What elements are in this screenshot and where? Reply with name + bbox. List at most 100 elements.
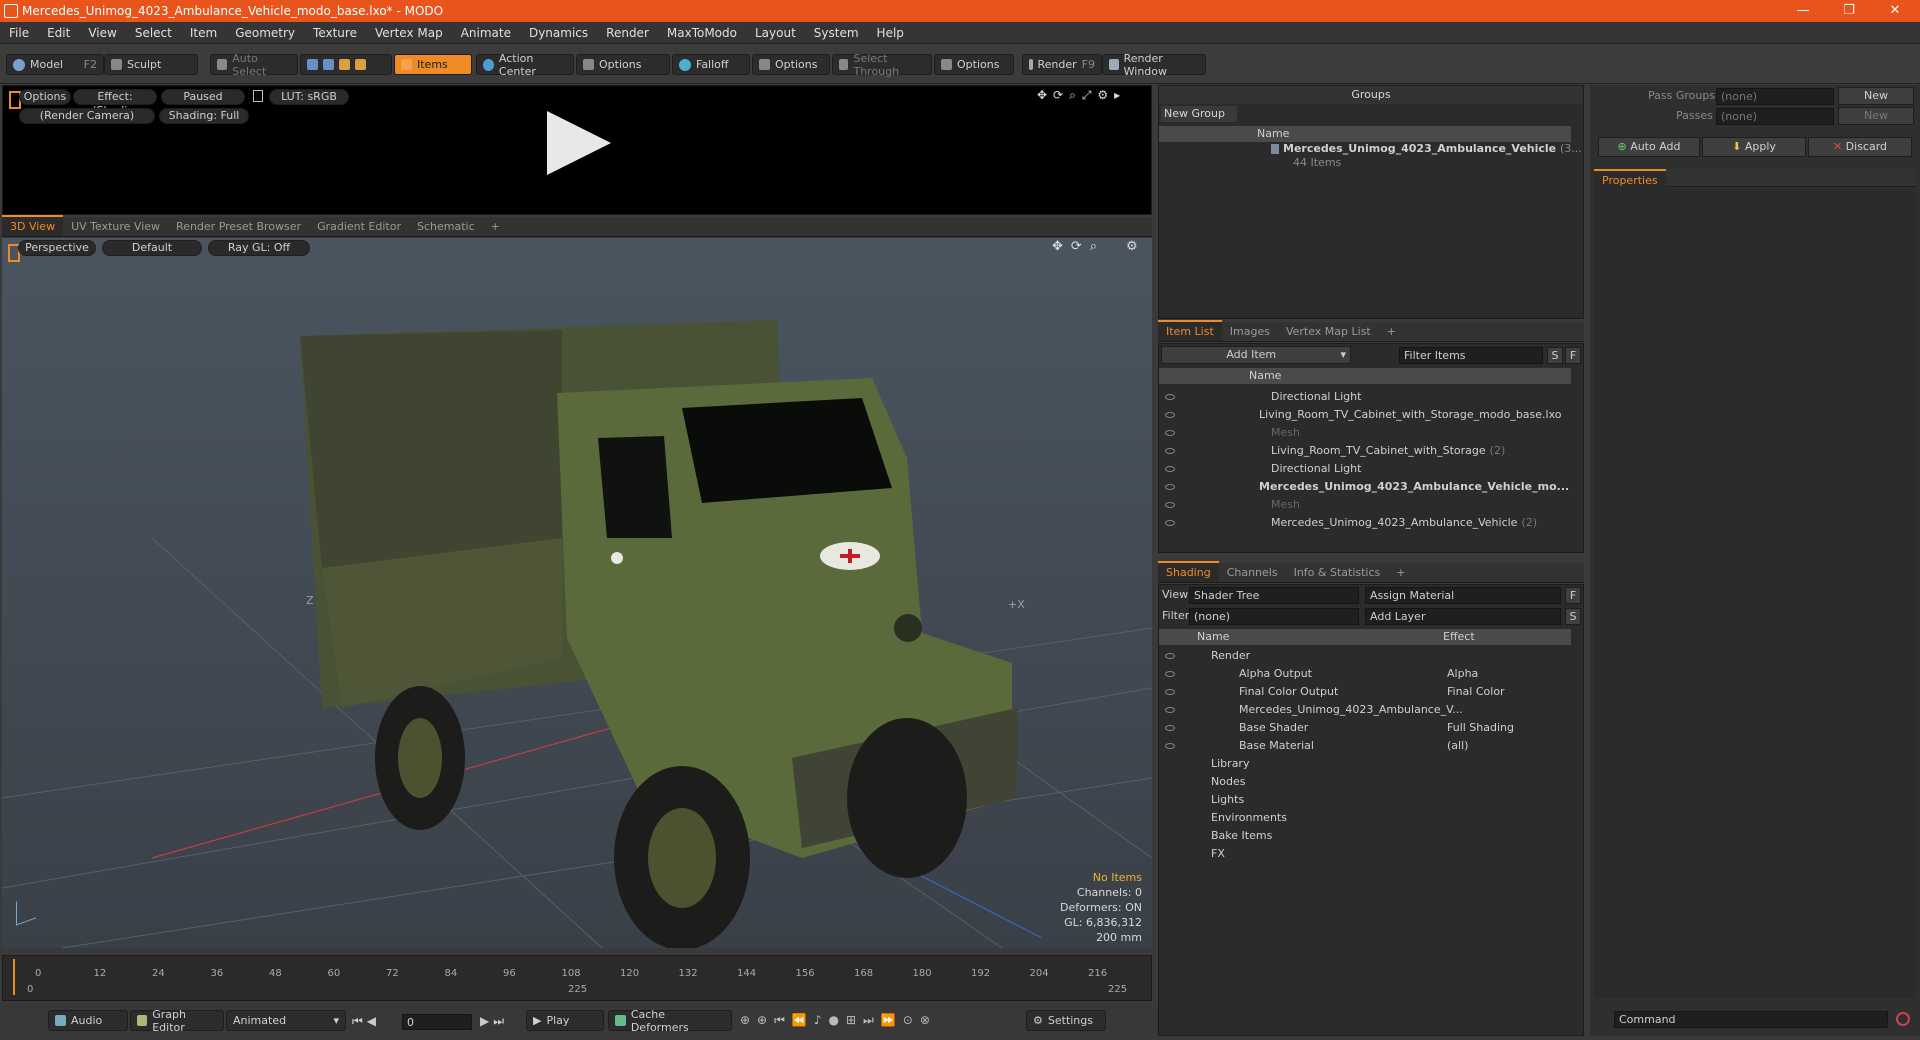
menu-layout[interactable]: Layout — [746, 26, 805, 40]
shader-effect-value[interactable]: Final Color — [1447, 683, 1505, 701]
transport-forward-icons[interactable]: ▶⏭ — [480, 1014, 508, 1029]
menu-maxtomodo[interactable]: MaxToModo — [658, 26, 746, 40]
tab-images[interactable]: Images — [1222, 322, 1278, 341]
shader-tree-row[interactable]: Nodes — [1211, 773, 1245, 791]
viewport-nav-icons[interactable]: ✥⟳⌕ — [1052, 239, 1105, 254]
tab-3d-view[interactable]: 3D View — [2, 215, 64, 236]
items-mode-button[interactable]: Items — [394, 54, 472, 75]
item-list-row[interactable]: Mercedes_Unimog_4023_Ambulance_Vehicle_m… — [1259, 478, 1569, 496]
shader-effect-value[interactable]: Full Shading — [1447, 719, 1514, 737]
new-pass-group-button[interactable]: New — [1838, 87, 1914, 105]
preview-shading-dropdown[interactable]: Shading: Full — [159, 108, 249, 124]
new-group-button[interactable]: New Group — [1161, 106, 1237, 122]
select-through-button[interactable]: Select Through — [832, 52, 932, 78]
settings-button[interactable]: ⚙ Settings — [1026, 1010, 1106, 1031]
3d-viewport[interactable]: Perspective Default Ray GL: Off ✥⟳⌕ ⚙ Z … — [2, 238, 1152, 948]
visibility-eye-icon[interactable] — [1165, 520, 1175, 526]
menu-vertex-map[interactable]: Vertex Map — [366, 26, 452, 40]
key-tools-icons[interactable]: ⊕⊕⏮⏪♪●⊞⏭⏩⊙⊗ — [740, 1013, 937, 1028]
tab-schematic[interactable]: Schematic — [409, 217, 483, 236]
apply-button[interactable]: ⬇ Apply — [1702, 137, 1806, 157]
maximize-button[interactable]: ❐ — [1826, 0, 1872, 22]
shader-tree-row[interactable]: Render — [1211, 647, 1250, 665]
shader-tree-row[interactable]: Lights — [1211, 791, 1244, 809]
preview-lut-dropdown[interactable]: LUT: sRGB — [269, 89, 349, 105]
preview-nav-icons[interactable]: ✥⟳⌕⤢⚙▸ — [1037, 88, 1126, 103]
f-toggle[interactable]: F — [1565, 347, 1581, 364]
falloff-button[interactable]: Falloff — [672, 54, 750, 75]
add-item-button[interactable]: Add Item ▾ — [1161, 346, 1351, 364]
f-toggle[interactable]: F — [1565, 587, 1581, 604]
sculpt-mode-button[interactable]: Sculpt — [104, 54, 198, 75]
visibility-eye-icon[interactable] — [1165, 448, 1175, 454]
close-button[interactable]: ✕ — [1872, 0, 1918, 22]
menu-animate[interactable]: Animate — [452, 26, 520, 40]
add-layer-button[interactable]: Add Layer — [1365, 608, 1561, 625]
passes-dropdown[interactable]: (none) — [1716, 108, 1834, 125]
visibility-eye-icon[interactable] — [1165, 743, 1175, 749]
menu-system[interactable]: System — [805, 26, 868, 40]
item-list-row[interactable]: Directional Light — [1271, 460, 1361, 478]
action-center-button[interactable]: Action Center — [476, 52, 574, 78]
play-preview-icon[interactable] — [547, 111, 611, 175]
menu-file[interactable]: File — [0, 26, 38, 40]
shader-tree-row[interactable]: Mercedes_Unimog_4023_Ambulance_V... — [1239, 701, 1463, 719]
menu-edit[interactable]: Edit — [38, 26, 79, 40]
edge-mode-icon[interactable] — [323, 59, 334, 70]
viewport-settings-icon[interactable]: ⚙ — [1126, 239, 1138, 254]
shader-tree-row[interactable]: Library — [1211, 755, 1249, 773]
item-list-row[interactable]: Living_Room_TV_Cabinet_with_Storage_modo… — [1259, 406, 1562, 424]
play-button[interactable]: ▶ Play — [526, 1010, 604, 1031]
visibility-eye-icon[interactable] — [1165, 394, 1175, 400]
new-pass-button[interactable]: New — [1838, 107, 1914, 125]
visibility-eye-icon[interactable] — [1165, 653, 1175, 659]
minimize-button[interactable]: — — [1780, 0, 1826, 22]
add-tab-button[interactable]: + — [1379, 322, 1404, 341]
tab-channels[interactable]: Channels — [1219, 563, 1286, 582]
preview-effect-dropdown[interactable]: Effect: (Shadi... — [73, 89, 157, 117]
menu-geometry[interactable]: Geometry — [226, 26, 304, 40]
tab-vertex-map-list[interactable]: Vertex Map List — [1278, 322, 1379, 341]
auto-add-button[interactable]: ⊕ Auto Add — [1598, 137, 1700, 157]
menu-texture[interactable]: Texture — [304, 26, 366, 40]
visibility-eye-icon[interactable] — [1165, 689, 1175, 695]
shader-tree-row[interactable]: Bake Items — [1211, 827, 1272, 845]
shader-effect-value[interactable]: (all) — [1447, 737, 1468, 755]
cache-deformers-button[interactable]: Cache Deformers — [608, 1008, 732, 1034]
select-through-options-button[interactable]: Options — [934, 54, 1014, 75]
action-center-options-button[interactable]: Options — [576, 54, 670, 75]
shader-tree-row[interactable]: Alpha Output — [1239, 665, 1312, 683]
default-style-dropdown[interactable]: Default — [102, 240, 202, 256]
filter-dropdown[interactable]: (none) — [1189, 608, 1359, 625]
menu-select[interactable]: Select — [126, 26, 181, 40]
raygl-toggle[interactable]: Ray GL: Off — [208, 240, 310, 256]
shader-tree-row[interactable]: Base Shader — [1239, 719, 1308, 737]
preview-options-button[interactable]: Options — [19, 89, 71, 105]
perspective-dropdown[interactable]: Perspective — [18, 240, 96, 256]
visibility-eye-icon[interactable] — [1165, 725, 1175, 731]
preview-camera-dropdown[interactable]: (Render Camera) — [19, 108, 155, 124]
shader-tree-row[interactable]: Base Material — [1239, 737, 1314, 755]
tab-info-statistics[interactable]: Info & Statistics — [1286, 563, 1389, 582]
visibility-eye-icon[interactable] — [1165, 430, 1175, 436]
shader-tree-row[interactable]: FX — [1211, 845, 1225, 863]
audio-button[interactable]: Audio — [48, 1010, 128, 1031]
visibility-eye-icon[interactable] — [1165, 412, 1175, 418]
s-toggle[interactable]: S — [1565, 608, 1581, 625]
tab-render-preset-browser[interactable]: Render Preset Browser — [168, 217, 309, 236]
tab-properties[interactable]: Properties — [1594, 169, 1666, 190]
tab-uv-texture-view[interactable]: UV Texture View — [63, 217, 168, 236]
add-tab-button[interactable]: + — [483, 217, 508, 236]
menu-view[interactable]: View — [79, 26, 125, 40]
menu-help[interactable]: Help — [868, 26, 913, 40]
lock-icon[interactable] — [253, 90, 263, 102]
tab-shading[interactable]: Shading — [1158, 561, 1219, 582]
add-tab-button[interactable]: + — [1388, 563, 1413, 582]
command-input[interactable]: Command — [1614, 1011, 1888, 1028]
view-dropdown[interactable]: Shader Tree — [1189, 587, 1359, 604]
s-toggle[interactable]: S — [1547, 347, 1563, 364]
timeline-playhead[interactable] — [13, 959, 25, 995]
render-button[interactable]: Render F9 — [1022, 54, 1102, 75]
material-mode-icon[interactable] — [355, 59, 366, 70]
transport-back-icons[interactable]: ⏮◀ — [352, 1014, 380, 1029]
